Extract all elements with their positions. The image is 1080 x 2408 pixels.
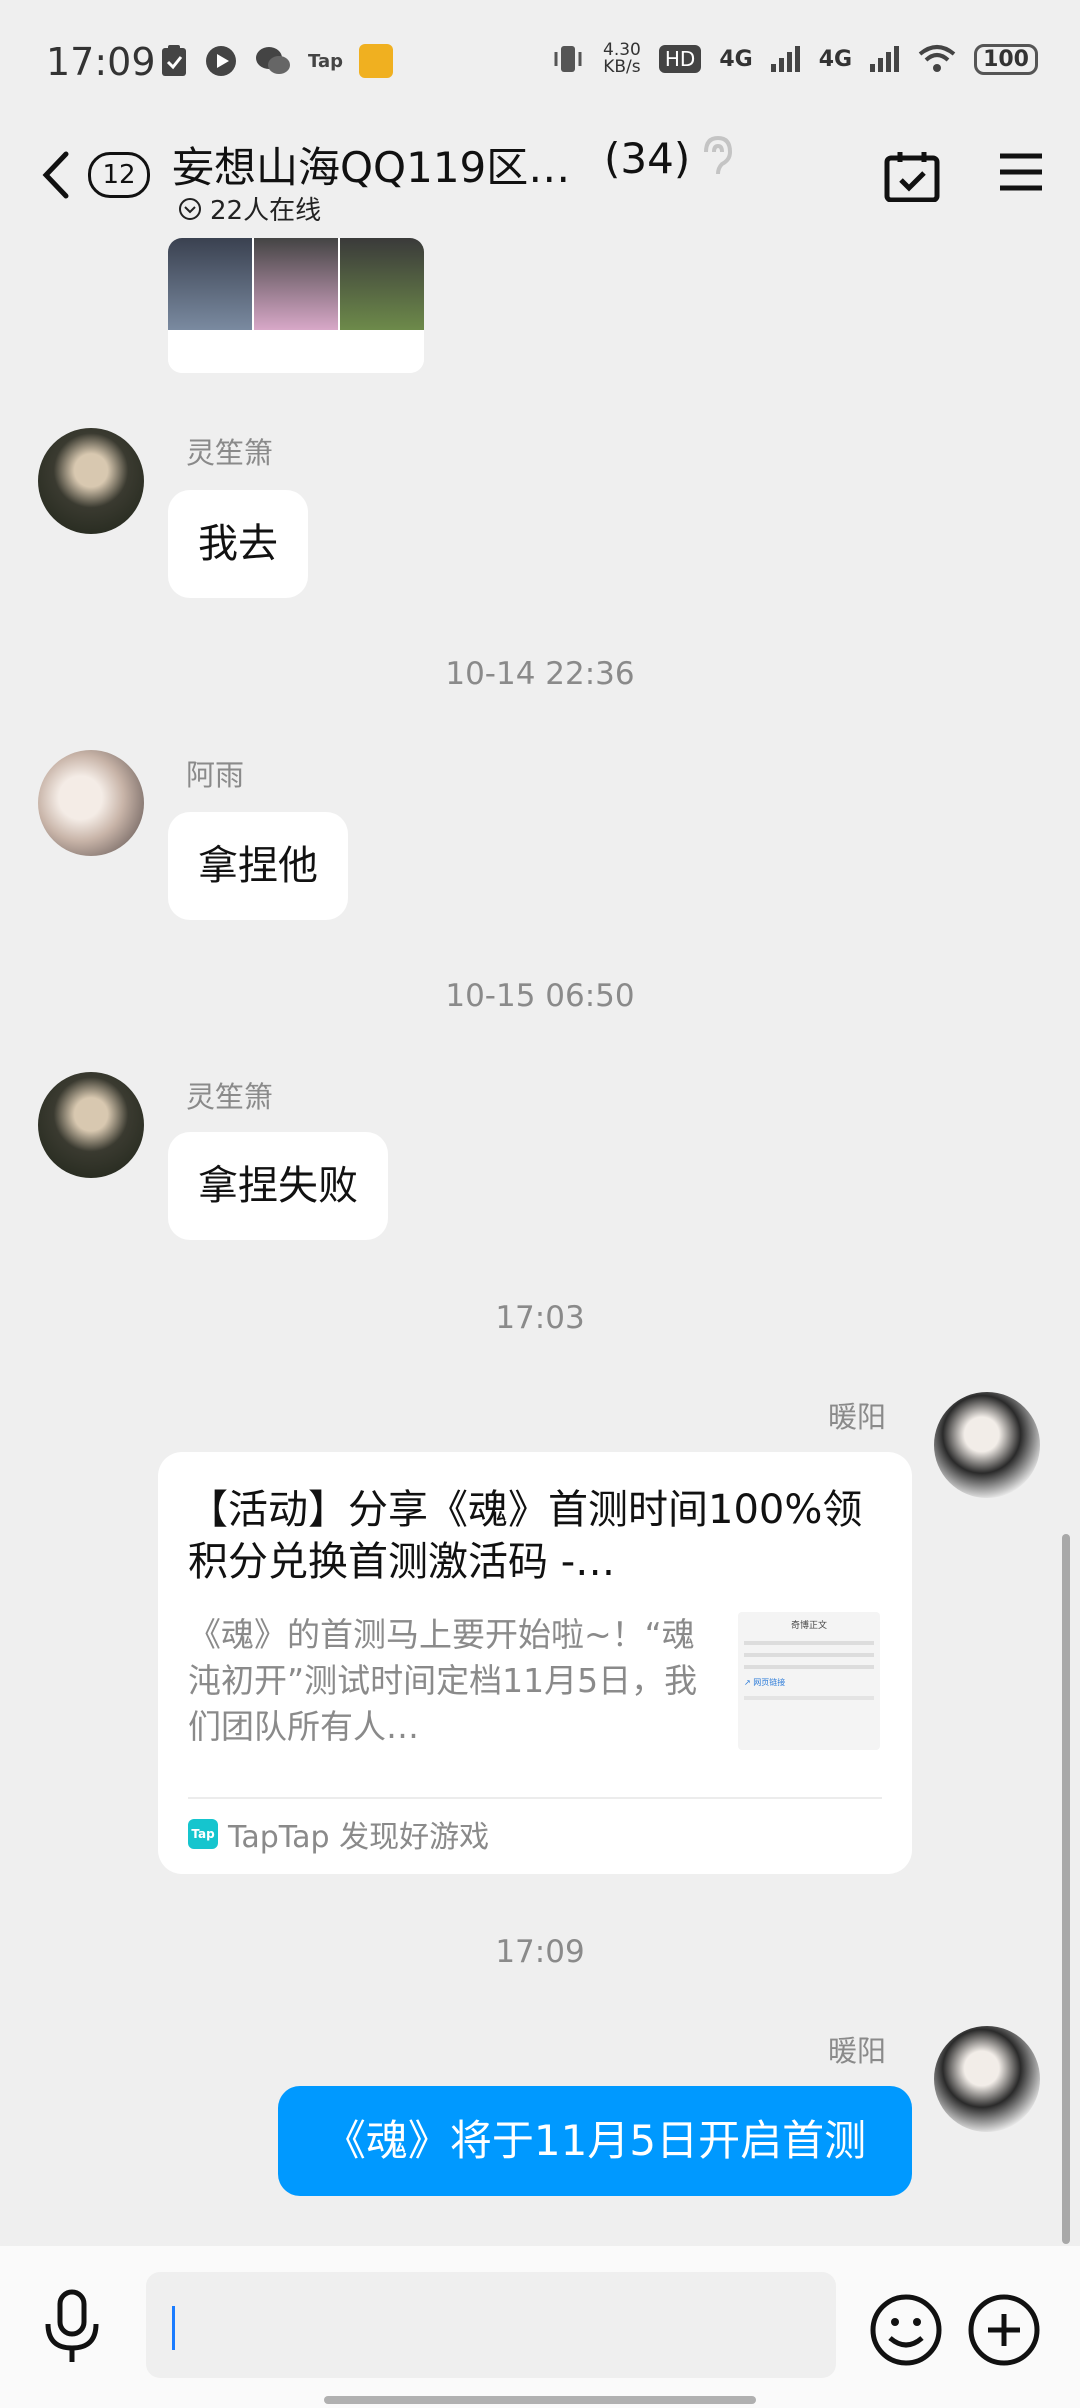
sender-name: 阿雨 bbox=[186, 758, 245, 792]
signal-bars-icon bbox=[770, 46, 800, 72]
online-status[interactable]: 22人在线 bbox=[178, 190, 321, 227]
signal-bars-icon bbox=[870, 46, 900, 72]
sender-name: 暖阳 bbox=[828, 2034, 887, 2068]
game-icon bbox=[359, 44, 393, 78]
timestamp: 10-14 22:36 bbox=[445, 656, 635, 692]
menu-icon[interactable] bbox=[998, 152, 1044, 192]
battery-level: 100 bbox=[974, 43, 1038, 75]
scrollbar[interactable] bbox=[1062, 1534, 1070, 2244]
timestamp: 17:09 bbox=[495, 1934, 585, 1970]
thumb-link: ↗ 网页链接 bbox=[744, 1678, 786, 1687]
chevron-down-circle-icon bbox=[179, 197, 201, 220]
speed-unit: KB/s bbox=[603, 57, 641, 77]
status-right: 4.30 KB/s HD 4G 4G 100 bbox=[551, 42, 1038, 76]
ear-icon[interactable] bbox=[700, 134, 734, 180]
emoji-icon[interactable] bbox=[868, 2292, 944, 2368]
share-source: Tap TapTap 发现好游戏 bbox=[188, 1812, 489, 1856]
unread-count-badge[interactable]: 12 bbox=[88, 152, 150, 198]
microphone-icon[interactable] bbox=[40, 2288, 104, 2368]
message-input[interactable] bbox=[146, 2272, 836, 2378]
message-bubble[interactable]: 我去 bbox=[168, 490, 308, 598]
wifi-icon bbox=[918, 45, 956, 72]
timestamp: 17:03 bbox=[495, 1300, 585, 1336]
vibrate-icon bbox=[554, 46, 582, 72]
member-count: (34) bbox=[604, 134, 691, 183]
share-divider bbox=[188, 1797, 882, 1799]
timestamp: 10-15 06:50 bbox=[445, 978, 635, 1014]
group-title[interactable]: 妄想山海QQ119区… bbox=[172, 134, 570, 195]
status-time: 17:09 bbox=[46, 40, 156, 84]
avatar[interactable] bbox=[38, 750, 144, 856]
wechat-icon bbox=[256, 47, 290, 74]
share-description: 《魂》的首测马上要开始啦~！“魂沌初开”测试时间定档11月5日，我们团队所有人… bbox=[188, 1615, 698, 1746]
share-source-text: TapTap 发现好游戏 bbox=[228, 1820, 490, 1855]
hd-badge: HD bbox=[658, 45, 702, 73]
avatar[interactable] bbox=[38, 428, 144, 534]
video-icon bbox=[206, 46, 236, 76]
avatar[interactable] bbox=[38, 1072, 144, 1178]
home-indicator[interactable] bbox=[324, 2396, 756, 2404]
signal-2: 4G bbox=[818, 46, 853, 72]
share-thumbnail: 奇博正文 ↗ 网页链接 bbox=[738, 1612, 880, 1750]
plus-icon[interactable] bbox=[966, 2292, 1042, 2368]
text-caret bbox=[172, 2306, 175, 2350]
message-bubble[interactable]: 拿捏他 bbox=[168, 812, 348, 920]
sender-name: 暖阳 bbox=[828, 1400, 887, 1434]
image-message[interactable] bbox=[168, 238, 424, 373]
sender-name: 灵笙箫 bbox=[186, 436, 274, 470]
clipboard-icon bbox=[162, 45, 186, 76]
share-card[interactable]: 【活动】分享《魂》首测时间100%领积分兑换首测激活码 -… 《魂》的首测马上要… bbox=[158, 1452, 912, 1874]
sender-name: 灵笙箫 bbox=[186, 1080, 274, 1114]
message-bubble-self[interactable]: 《魂》将于11月5日开启首测 bbox=[278, 2086, 912, 2196]
tap-icon: Tap bbox=[308, 50, 343, 72]
calendar-check-icon[interactable] bbox=[884, 150, 940, 202]
avatar[interactable] bbox=[934, 1392, 1040, 1498]
message-bubble[interactable]: 拿捏失败 bbox=[168, 1132, 388, 1240]
back-arrow-icon[interactable] bbox=[38, 150, 72, 200]
notification-icons: Tap bbox=[160, 44, 393, 78]
online-text: 22人在线 bbox=[210, 196, 322, 226]
signal-1: 4G bbox=[719, 46, 753, 72]
avatar[interactable] bbox=[934, 2026, 1040, 2132]
thumb-heading: 奇博正文 bbox=[790, 1621, 827, 1631]
share-title: 【活动】分享《魂》首测时间100%领积分兑换首测激活码 -… bbox=[188, 1487, 863, 1585]
network-speed: 4.30 KB/s bbox=[603, 42, 641, 76]
taptap-logo-icon: Tap bbox=[188, 1819, 218, 1849]
